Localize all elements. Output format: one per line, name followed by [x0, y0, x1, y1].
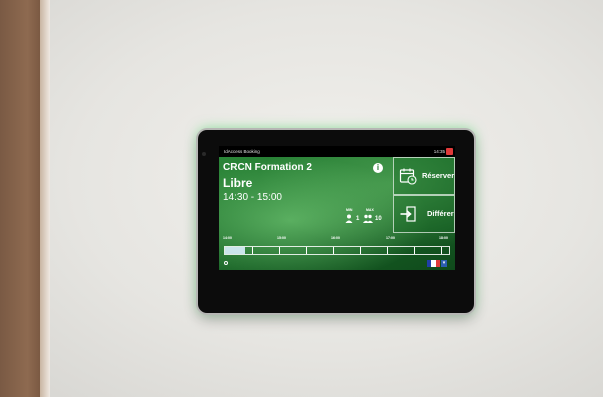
timeline-tick	[387, 247, 388, 254]
defer-button[interactable]: Différer	[393, 195, 455, 233]
timeline-tick-label: 15:00	[277, 236, 286, 240]
timeline-track[interactable]	[224, 246, 450, 255]
timeline-tick	[360, 247, 361, 254]
reserve-button[interactable]: Réserver	[393, 157, 455, 195]
action-panel: Réserver Différer	[393, 157, 455, 234]
group-icon	[363, 214, 373, 223]
capacity-max-value: 10	[375, 216, 382, 222]
info-icon[interactable]: i	[373, 163, 383, 173]
booking-tablet: IdAccess Booking 14:35 CRCN Formation 2 …	[198, 130, 474, 313]
timeline-tick-label: 17:00	[386, 236, 395, 240]
timeline-tick-label: 14:00	[223, 236, 232, 240]
calendar-icon	[399, 168, 417, 185]
camera-lens	[202, 152, 206, 156]
flag-stripe-red	[435, 260, 440, 267]
person-icon	[345, 214, 353, 223]
timeline: 14:00 15:00 16:00 17:00 18:00 ▾	[219, 234, 455, 270]
timeline-tick	[279, 247, 280, 254]
chevron-down-icon[interactable]: ▾	[441, 260, 447, 267]
status-bar: IdAccess Booking 14:35	[219, 146, 455, 157]
capacity-min-label: MIN	[346, 208, 353, 212]
capacity-min-value: 1	[356, 216, 360, 222]
defer-label: Différer	[427, 209, 454, 218]
timeline-tick	[414, 247, 415, 254]
clock: 14:35	[433, 149, 445, 154]
timeline-tick	[441, 247, 442, 254]
time-range: 14:30 - 15:00	[223, 192, 282, 203]
capacity-max-label: MAX	[366, 208, 374, 212]
timeline-tick	[252, 247, 253, 254]
settings-icon[interactable]	[224, 261, 228, 265]
alert-icon	[446, 148, 453, 155]
timeline-tick	[306, 247, 307, 254]
reserve-label: Réserver	[422, 171, 455, 180]
room-name: CRCN Formation 2	[223, 162, 312, 173]
language-flag[interactable]	[427, 260, 440, 267]
timeline-progress	[225, 247, 246, 254]
timeline-tick-label: 18:00	[439, 236, 448, 240]
app-name: IdAccess Booking	[224, 149, 260, 154]
timeline-tick	[333, 247, 334, 254]
room-status: Libre	[223, 176, 253, 190]
timeline-tick-label: 16:00	[331, 236, 340, 240]
exit-arrow-icon	[400, 206, 416, 222]
door-frame-edge	[40, 0, 50, 397]
tablet-screen: IdAccess Booking 14:35 CRCN Formation 2 …	[219, 146, 455, 270]
